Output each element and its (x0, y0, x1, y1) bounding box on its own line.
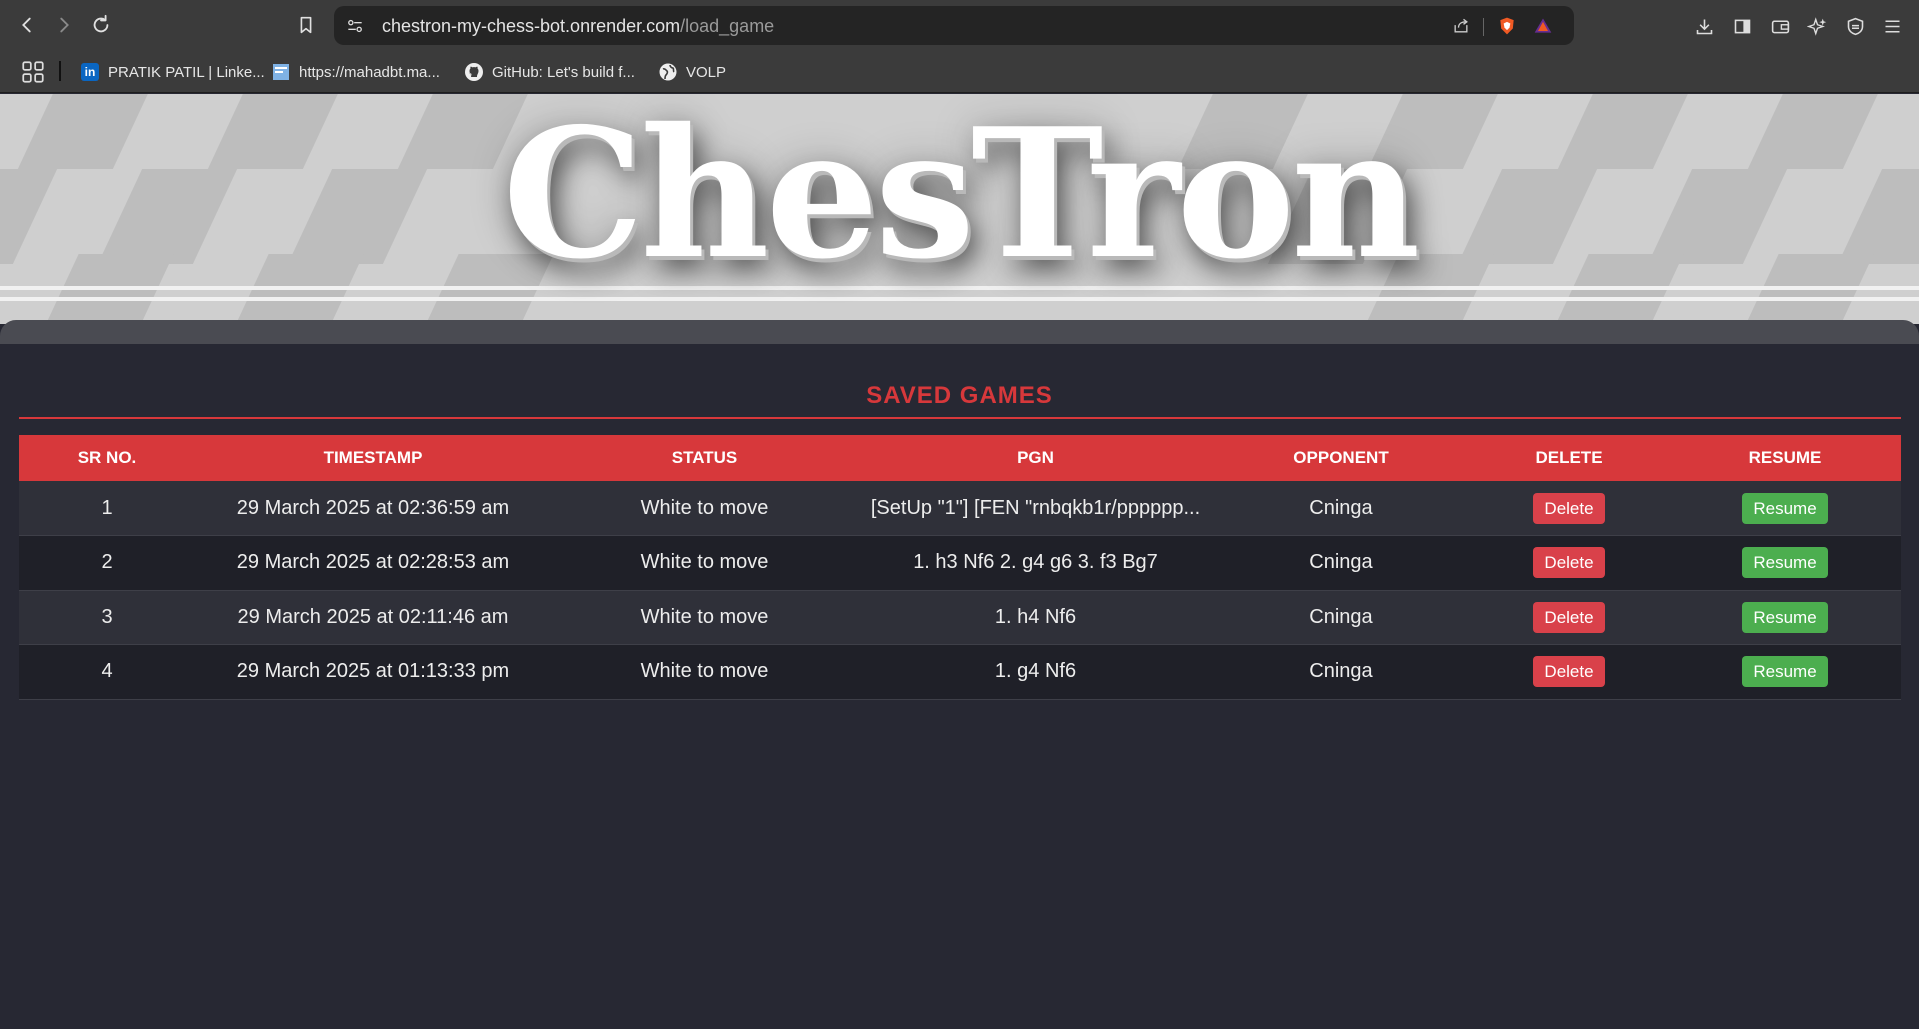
resume-button[interactable]: Resume (1742, 492, 1828, 524)
github-icon (464, 62, 484, 82)
bookmarks-divider (59, 61, 61, 81)
url-path: /load_game (680, 16, 775, 36)
forward-button[interactable] (51, 12, 77, 38)
saved-games-panel: SAVED GAMES SR NO. TIMESTAMP STATUS PGN … (0, 344, 1919, 1029)
col-header-timestamp: TIMESTAMP (195, 435, 551, 481)
page-icon (271, 62, 291, 82)
cell-resume: Resume (1669, 481, 1901, 536)
hero-banner: ChesTron (0, 94, 1919, 324)
resume-button[interactable]: Resume (1742, 547, 1828, 579)
section-title: SAVED GAMES (866, 382, 1053, 409)
saved-games-table: SR NO. TIMESTAMP STATUS PGN OPPONENT DEL… (19, 435, 1901, 700)
apps-grid-icon[interactable] (20, 59, 46, 85)
browser-toolbar: chestron-my-chess-bot.onrender.com/load_… (0, 0, 1919, 51)
sidebar-icon[interactable] (1729, 13, 1755, 39)
cell-status: White to move (551, 535, 858, 591)
cell-pgn: 1. g4 Nf6 (858, 644, 1213, 700)
menu-icon[interactable] (1879, 13, 1905, 39)
vpn-icon[interactable] (1842, 13, 1868, 39)
cell-status: White to move (551, 644, 858, 700)
table-header-row: SR NO. TIMESTAMP STATUS PGN OPPONENT DEL… (19, 435, 1901, 481)
url-text[interactable]: chestron-my-chess-bot.onrender.com/load_… (382, 16, 774, 37)
back-button[interactable] (14, 12, 40, 38)
cell-sr: 2 (19, 535, 195, 591)
bookmark-label: https://mahadbt.ma... (299, 63, 440, 81)
cell-delete: Delete (1469, 535, 1669, 591)
cell-opponent: Cninga (1213, 535, 1469, 591)
chevron-right-icon (60, 17, 69, 33)
bookmark-icon (300, 16, 312, 34)
cell-opponent: Cninga (1213, 481, 1469, 536)
wallet-icon[interactable] (1767, 13, 1793, 39)
bookmark-page-button[interactable] (293, 12, 319, 38)
site-logo: ChesTron (502, 94, 1421, 298)
delete-button[interactable]: Delete (1533, 547, 1605, 579)
bookmark-mahadbt[interactable]: https://mahadbt.ma... (271, 61, 440, 83)
delete-button[interactable]: Delete (1533, 492, 1605, 524)
resume-button[interactable]: Resume (1742, 601, 1828, 633)
bookmark-volp[interactable]: VOLP (658, 61, 726, 83)
resume-button[interactable]: Resume (1742, 656, 1828, 688)
col-header-delete: DELETE (1469, 435, 1669, 481)
url-host: chestron-my-chess-bot.onrender.com (382, 16, 681, 36)
cell-resume: Resume (1669, 590, 1901, 645)
cell-delete: Delete (1469, 644, 1669, 700)
page-content: ChesTron SAVED GAMES SR NO. TIMESTAMP ST… (0, 94, 1919, 1029)
bookmarks-bar: in PRATIK PATIL | Linke... https://mahad… (0, 51, 1919, 93)
col-header-sr: SR NO. (19, 435, 195, 481)
cell-sr: 1 (19, 481, 195, 536)
panel-header-strip (0, 320, 1919, 346)
leo-ai-icon[interactable] (1804, 13, 1830, 39)
cell-delete: Delete (1469, 481, 1669, 536)
col-header-resume: RESUME (1669, 435, 1901, 481)
bookmark-label: PRATIK PATIL | Linke... (108, 63, 265, 81)
cell-timestamp: 29 March 2025 at 02:36:59 am (195, 481, 551, 536)
brave-shields-icon[interactable] (1496, 15, 1518, 37)
cell-resume: Resume (1669, 644, 1901, 700)
globe-icon (658, 62, 678, 82)
site-settings-icon[interactable] (344, 15, 366, 37)
downloads-icon[interactable] (1691, 13, 1717, 39)
cell-pgn: [SetUp "1"] [FEN "rnbqkb1r/pppppp... (858, 481, 1213, 536)
cell-resume: Resume (1669, 535, 1901, 591)
linkedin-icon: in (80, 62, 100, 82)
chevron-left-icon (22, 17, 31, 33)
delete-button[interactable]: Delete (1533, 656, 1605, 688)
brave-rewards-icon[interactable] (1532, 15, 1554, 37)
cell-timestamp: 29 March 2025 at 02:28:53 am (195, 535, 551, 591)
cell-delete: Delete (1469, 590, 1669, 645)
reload-button[interactable] (88, 12, 114, 38)
title-underline (19, 417, 1901, 419)
cell-timestamp: 29 March 2025 at 01:13:33 pm (195, 644, 551, 700)
cell-opponent: Cninga (1213, 590, 1469, 645)
bookmark-label: GitHub: Let's build f... (492, 63, 635, 81)
cell-opponent: Cninga (1213, 644, 1469, 700)
bookmark-github[interactable]: GitHub: Let's build f... (464, 61, 635, 83)
table-row: 3 29 March 2025 at 02:11:46 am White to … (19, 590, 1901, 645)
reload-icon (93, 14, 109, 33)
table-row: 1 29 March 2025 at 02:36:59 am White to … (19, 481, 1901, 536)
cell-sr: 4 (19, 644, 195, 700)
cell-sr: 3 (19, 590, 195, 645)
bookmark-linkedin[interactable]: in PRATIK PATIL | Linke... (80, 61, 265, 83)
cell-pgn: 1. h3 Nf6 2. g4 g6 3. f3 Bg7 (858, 535, 1213, 591)
cell-timestamp: 29 March 2025 at 02:11:46 am (195, 590, 551, 645)
table-row: 2 29 March 2025 at 02:28:53 am White to … (19, 535, 1901, 591)
col-header-status: STATUS (551, 435, 858, 481)
cell-status: White to move (551, 481, 858, 536)
delete-button[interactable]: Delete (1533, 601, 1605, 633)
col-header-pgn: PGN (858, 435, 1213, 481)
url-divider (1483, 18, 1484, 36)
bookmark-label: VOLP (686, 63, 727, 81)
cell-pgn: 1. h4 Nf6 (858, 590, 1213, 645)
cell-status: White to move (551, 590, 858, 645)
address-bar[interactable]: chestron-my-chess-bot.onrender.com/load_… (334, 6, 1574, 45)
col-header-opponent: OPPONENT (1213, 435, 1469, 481)
share-icon[interactable] (1450, 15, 1472, 37)
table-row: 4 29 March 2025 at 01:13:33 pm White to … (19, 644, 1901, 700)
